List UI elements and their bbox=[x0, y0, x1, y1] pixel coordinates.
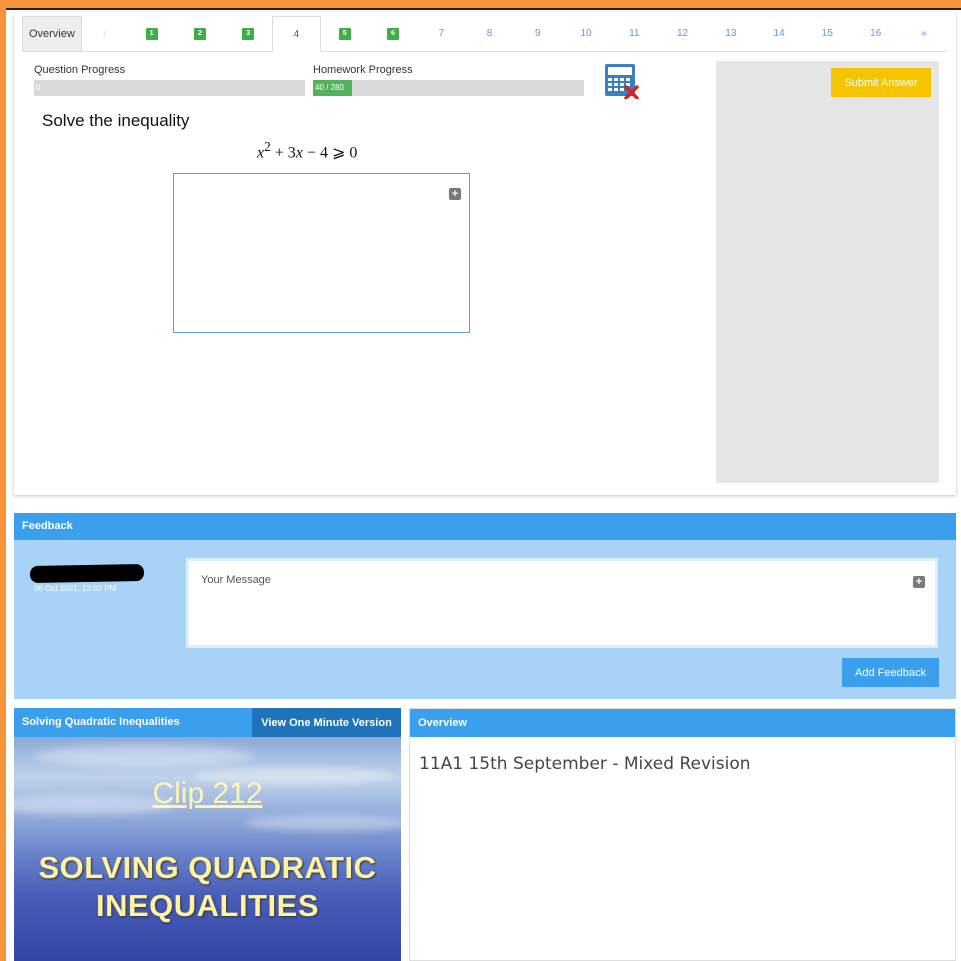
video-title: Solving Quadratic Inequalities bbox=[22, 716, 180, 728]
tab-question-15[interactable]: 15 bbox=[803, 16, 851, 51]
overview-text: 11A1 15th September - Mixed Revision bbox=[419, 754, 751, 774]
tab-question-11[interactable]: 11 bbox=[610, 16, 658, 51]
frame-left-accent bbox=[0, 0, 6, 961]
question-equation: x2 + 3x − 4 ⩾ 0 bbox=[257, 139, 358, 162]
video-panel: Solving Quadratic Inequalities View One … bbox=[14, 708, 401, 961]
tab-question-10[interactable]: 10 bbox=[562, 16, 610, 51]
tab-question-4[interactable]: 4 bbox=[272, 16, 321, 52]
question-progress-bar: 0 bbox=[34, 80, 305, 96]
tab-question-9[interactable]: 9 bbox=[514, 16, 562, 51]
feedback-date: 06 Oct 2021, 12:02 PM bbox=[34, 584, 117, 593]
clip-title-line2: INEQUALITIES bbox=[95, 888, 319, 923]
tab-question-6[interactable]: 6 bbox=[369, 16, 417, 51]
clip-number: Clip 212 bbox=[152, 777, 263, 810]
video-thumbnail[interactable]: Clip 212 SOLVING QUADRATIC INEQUALITIES bbox=[14, 737, 401, 961]
question-progress-label: Question Progress bbox=[34, 64, 126, 76]
overview-header: Overview bbox=[410, 709, 955, 737]
tab-question-7[interactable]: 7 bbox=[417, 16, 465, 51]
tab-question-3[interactable]: 3 bbox=[224, 16, 272, 51]
tab-overview[interactable]: Overview bbox=[22, 16, 82, 51]
completed-badge: 5 bbox=[338, 27, 351, 40]
cloud-shape bbox=[34, 745, 254, 767]
question-progress-value: 0 bbox=[36, 83, 41, 92]
question-panel: Overview ‹ 1 2 3 4 5 6 7 8 9 10 11 12 13 14 15 16» Ques… bbox=[14, 12, 956, 495]
completed-badge: 3 bbox=[242, 27, 255, 40]
feedback-message-input[interactable]: Your Message + bbox=[186, 558, 938, 648]
cloud-shape bbox=[244, 815, 401, 831]
tab-question-2[interactable]: 2 bbox=[176, 16, 224, 51]
tab-prev[interactable]: ‹ bbox=[82, 16, 128, 51]
tab-question-12[interactable]: 12 bbox=[658, 16, 706, 51]
expand-message-icon[interactable]: + bbox=[913, 576, 925, 588]
tab-question-16[interactable]: 16 bbox=[852, 16, 900, 51]
tab-question-1[interactable]: 1 bbox=[128, 16, 176, 51]
feedback-message-placeholder: Your Message bbox=[201, 574, 271, 586]
tab-question-13[interactable]: 13 bbox=[707, 16, 755, 51]
question-tabs: Overview ‹ 1 2 3 4 5 6 7 8 9 10 11 12 13 14 15 16» bbox=[22, 16, 948, 52]
tab-next[interactable]: » bbox=[900, 16, 948, 51]
clip-title: SOLVING QUADRATIC INEQUALITIES bbox=[14, 849, 401, 925]
tab-question-14[interactable]: 14 bbox=[755, 16, 803, 51]
redacted-username bbox=[29, 564, 145, 583]
expand-answer-icon[interactable]: + bbox=[449, 188, 461, 200]
feedback-panel: Feedback 06 Oct 2021, 12:02 PM Your Mess… bbox=[14, 513, 956, 699]
view-one-minute-button[interactable]: View One Minute Version bbox=[252, 708, 401, 737]
homework-progress-label: Homework Progress bbox=[313, 64, 413, 76]
completed-badge: 1 bbox=[145, 27, 158, 40]
completed-badge: 2 bbox=[193, 27, 206, 40]
submit-answer-button[interactable]: Submit Answer bbox=[831, 68, 931, 97]
tab-question-8[interactable]: 8 bbox=[465, 16, 513, 51]
completed-badge: 6 bbox=[386, 27, 399, 40]
frame-top-accent bbox=[0, 0, 961, 8]
tab-question-5[interactable]: 5 bbox=[321, 16, 369, 51]
question-prompt: Solve the inequality bbox=[42, 111, 190, 130]
answer-input[interactable]: + bbox=[173, 173, 470, 333]
video-header: Solving Quadratic Inequalities View One … bbox=[14, 708, 401, 737]
homework-progress-bar: 40 / 280 bbox=[313, 80, 584, 96]
answer-side-panel: Submit Answer bbox=[716, 61, 939, 483]
calculator-disabled-icon[interactable] bbox=[604, 63, 640, 99]
homework-progress-fill: 40 / 280 bbox=[313, 80, 352, 96]
overview-panel: Overview 11A1 15th September - Mixed Rev… bbox=[409, 708, 956, 961]
feedback-header: Feedback bbox=[14, 513, 956, 540]
clip-title-line1: SOLVING QUADRATIC bbox=[38, 850, 377, 885]
add-feedback-button[interactable]: Add Feedback bbox=[842, 658, 939, 687]
